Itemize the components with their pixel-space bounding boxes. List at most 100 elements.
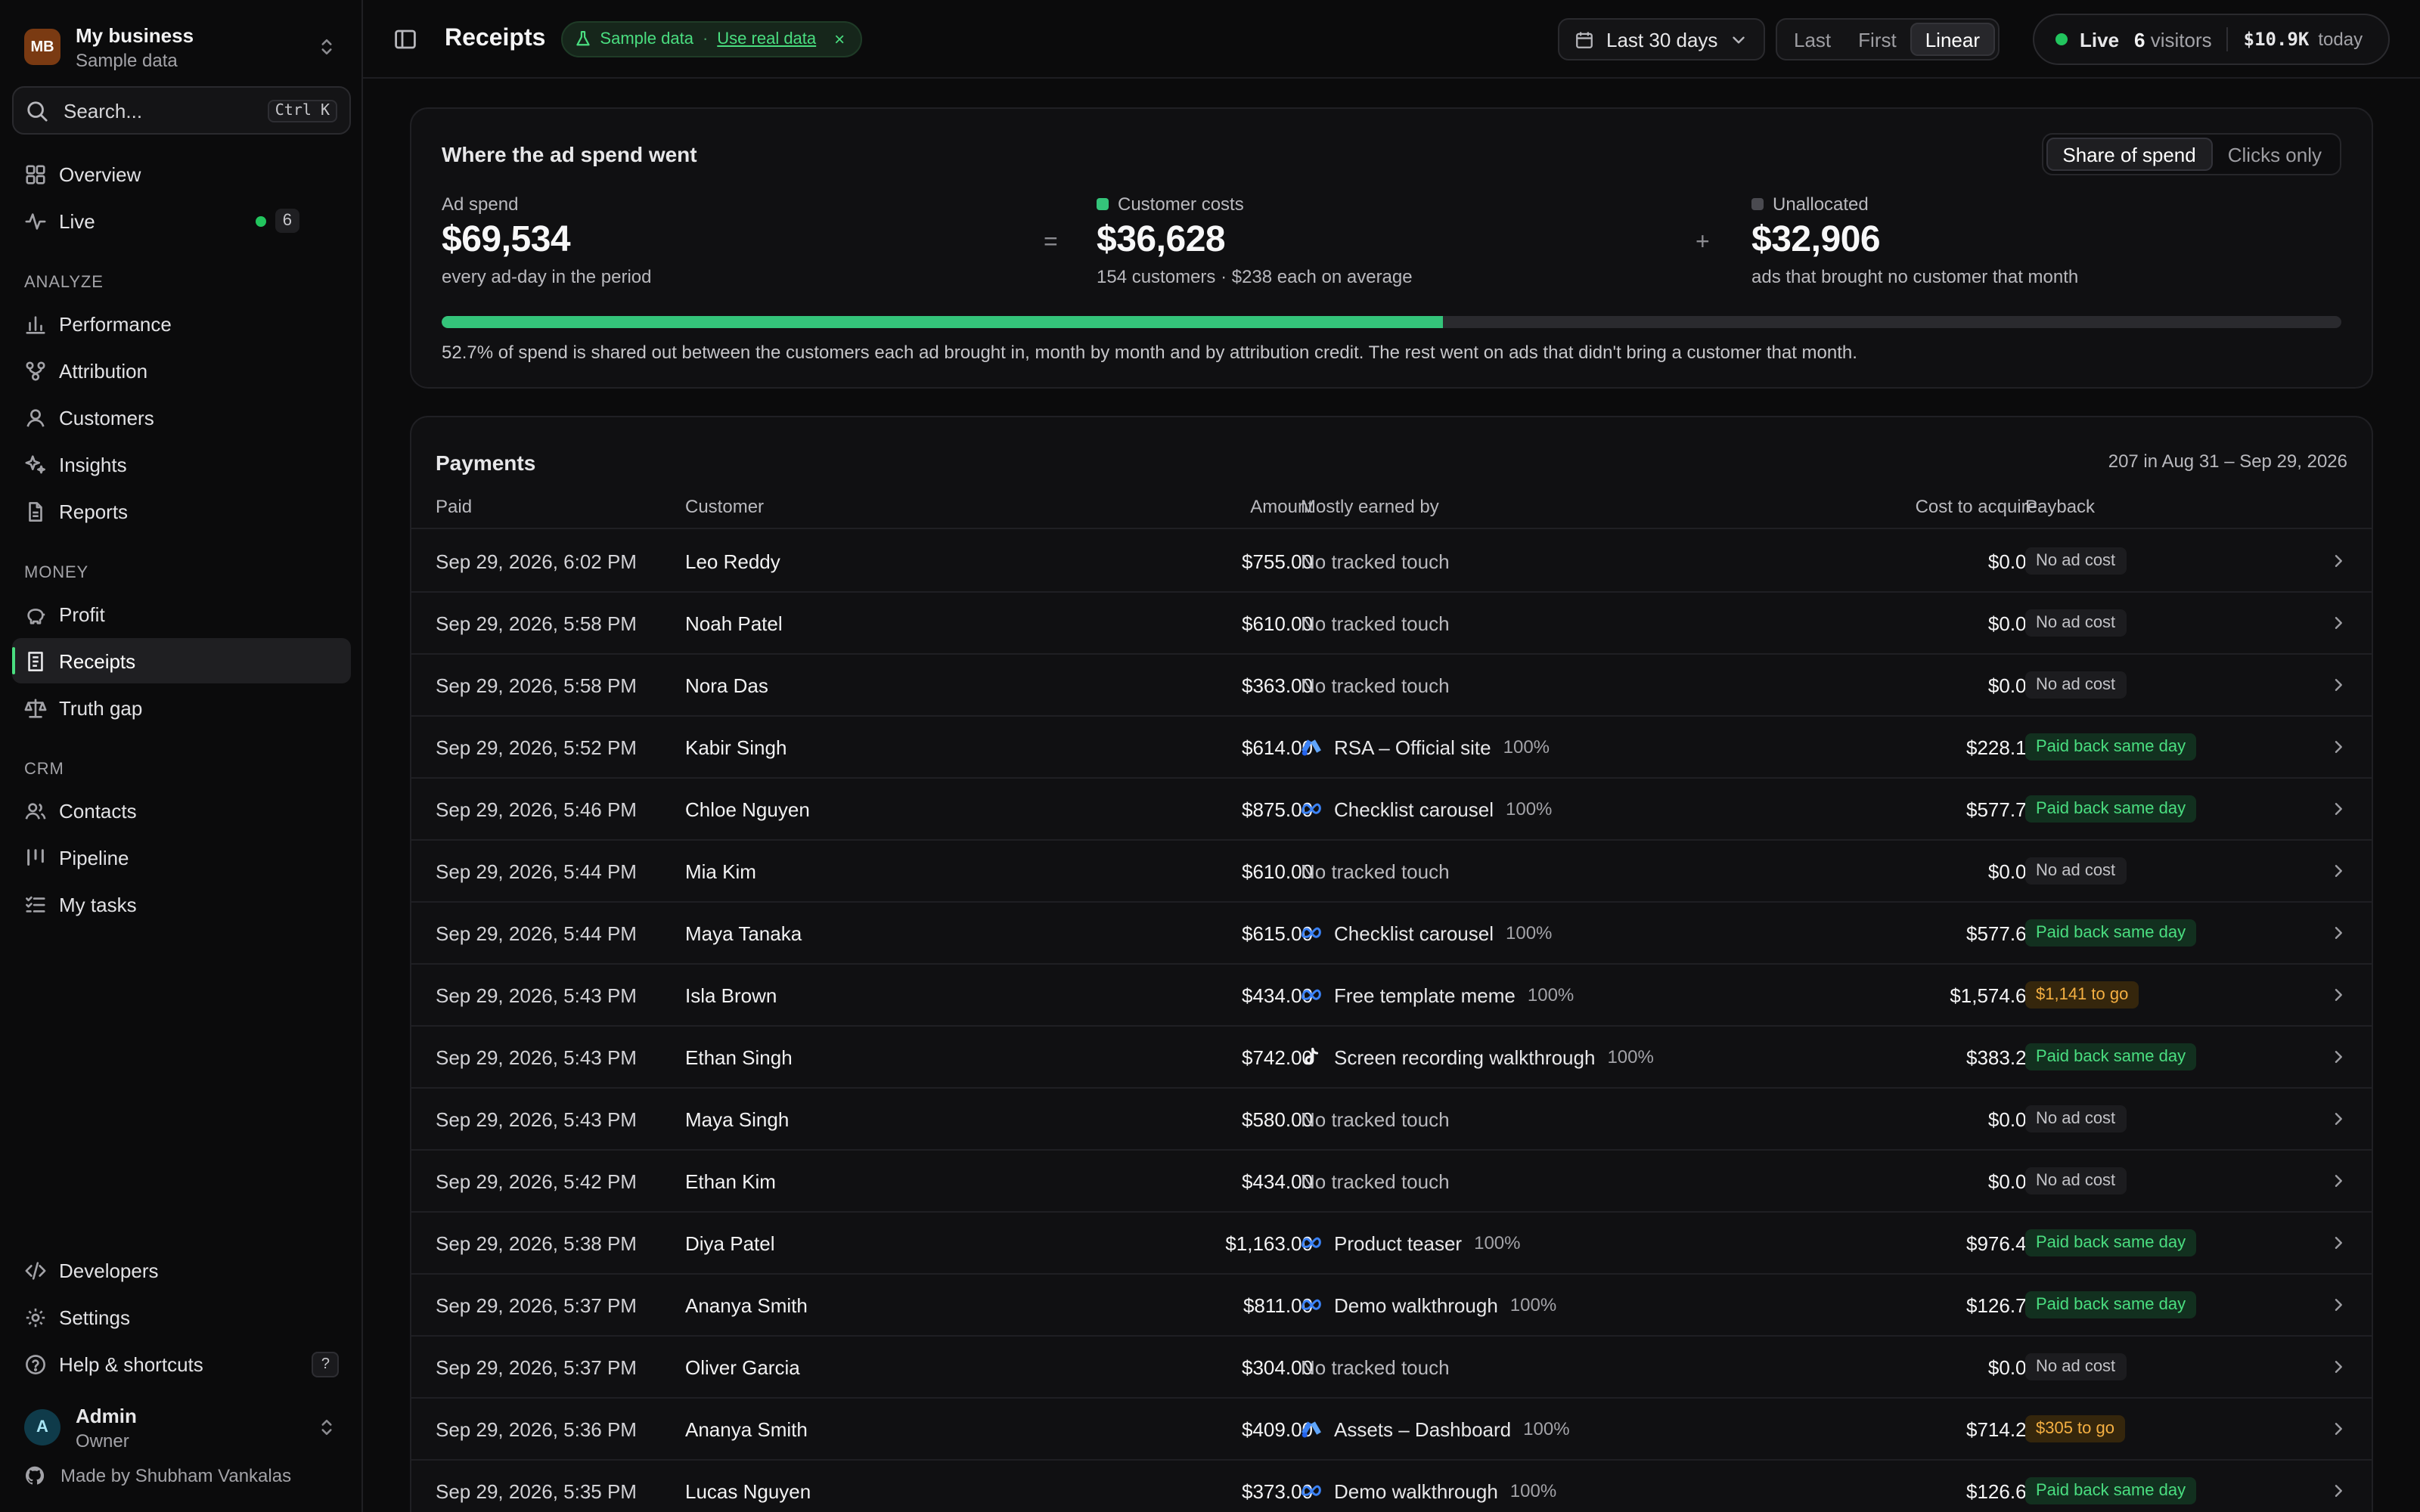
touch-label: Demo walkthrough	[1334, 1294, 1498, 1316]
sidebar-toggle-icon[interactable]	[393, 26, 417, 51]
sidebar-item-contacts[interactable]: Contacts	[12, 788, 351, 833]
row-open[interactable]	[2329, 1337, 2347, 1397]
payback-badge: No ad cost	[2025, 609, 2127, 637]
table-row[interactable]: Sep 29, 2026, 5:44 PM Mia Kim $610.00 No…	[411, 841, 2372, 903]
model-option-linear[interactable]: Linear	[1910, 23, 1995, 56]
column-customer[interactable]: Customer	[685, 496, 764, 517]
chevron-right-icon	[2335, 1485, 2342, 1497]
sidebar-item-developers[interactable]: Developers	[12, 1247, 351, 1293]
cell-earned-by: Checklist carousel 100%	[1301, 903, 1552, 963]
table-row[interactable]: Sep 29, 2026, 5:42 PM Ethan Kim $434.00 …	[411, 1151, 2372, 1213]
bar-chart-icon	[26, 315, 45, 333]
table-row[interactable]: Sep 29, 2026, 5:38 PM Diya Patel $1,163.…	[411, 1213, 2372, 1275]
row-open[interactable]	[2329, 965, 2347, 1025]
table-row[interactable]: Sep 29, 2026, 5:52 PM Kabir Singh $614.0…	[411, 717, 2372, 779]
sidebar-item-reports[interactable]: Reports	[12, 488, 351, 534]
search-box[interactable]: Search... Ctrl K	[12, 86, 351, 135]
row-open[interactable]	[2329, 1399, 2347, 1459]
date-range-picker[interactable]: Last 30 days	[1558, 18, 1765, 60]
row-open[interactable]	[2329, 779, 2347, 839]
payments-title: Payments	[436, 451, 536, 475]
nav-top: Overview Live 6 ANALYZE Performance Attr…	[12, 151, 351, 928]
touch-label: No tracked touch	[1301, 1170, 1450, 1192]
touch-label: Demo walkthrough	[1334, 1479, 1498, 1502]
sidebar-item-attribution[interactable]: Attribution	[12, 348, 351, 393]
sidebar-item-label: Profit	[59, 603, 105, 625]
metric-ad-spend: Ad spend $69,534 every ad-day in the per…	[442, 194, 652, 287]
row-open[interactable]	[2329, 1089, 2347, 1149]
sparkle-icon	[25, 454, 45, 473]
sample-data-label: Sample data	[600, 29, 693, 48]
sidebar-item-pipeline[interactable]: Pipeline	[12, 835, 351, 880]
cell-customer: Noah Patel	[685, 612, 783, 634]
row-open[interactable]	[2329, 1461, 2347, 1512]
table-row[interactable]: Sep 29, 2026, 5:36 PM Ananya Smith $409.…	[411, 1399, 2372, 1461]
use-real-data-link[interactable]: Use real data	[717, 29, 816, 48]
chevron-right-icon	[2335, 555, 2342, 567]
sidebar-item-insights[interactable]: Insights	[12, 442, 351, 487]
sidebar-item-receipts[interactable]: Receipts	[12, 638, 351, 683]
close-icon[interactable]: ×	[834, 28, 845, 49]
chevron-right-icon	[2335, 989, 2342, 1001]
cell-customer: Ethan Singh	[685, 1046, 793, 1068]
table-row[interactable]: Sep 29, 2026, 5:46 PM Chloe Nguyen $875.…	[411, 779, 2372, 841]
model-option-first[interactable]: First	[1844, 23, 1910, 56]
sidebar-item-overview[interactable]: Overview	[12, 151, 351, 197]
cell-payback: No ad cost	[2025, 531, 2127, 591]
sidebar-item-profit[interactable]: Profit	[12, 591, 351, 637]
table-row[interactable]: Sep 29, 2026, 5:37 PM Oliver Garcia $304…	[411, 1337, 2372, 1399]
row-open[interactable]	[2329, 717, 2347, 777]
branch-icon	[26, 361, 45, 380]
touch-credit-percent: 100%	[1474, 1232, 1521, 1253]
row-open[interactable]	[2329, 903, 2347, 963]
row-open[interactable]	[2329, 531, 2347, 591]
row-open[interactable]	[2329, 1151, 2347, 1211]
metric-unallocated: Unallocated $32,906 ads that brought no …	[1751, 194, 2078, 287]
tab-clicks-only[interactable]: Clicks only	[2213, 138, 2337, 171]
tab-share-of-spend[interactable]: Share of spend	[2046, 138, 2213, 171]
row-open[interactable]	[2329, 841, 2347, 901]
table-row[interactable]: Sep 29, 2026, 5:37 PM Ananya Smith $811.…	[411, 1275, 2372, 1337]
sidebar-item-truth-gap[interactable]: Truth gap	[12, 685, 351, 730]
row-open[interactable]	[2329, 655, 2347, 715]
sidebar-item-label: My tasks	[59, 893, 137, 916]
chevron-right-icon	[2335, 617, 2342, 629]
equals-sign: =	[1044, 230, 1058, 256]
table-row[interactable]: Sep 29, 2026, 5:35 PM Lucas Nguyen $373.…	[411, 1461, 2372, 1512]
credit-link[interactable]: Made by Shubham Vankalas	[24, 1465, 291, 1486]
sidebar-item-performance[interactable]: Performance	[12, 301, 351, 346]
touch-credit-percent: 100%	[1523, 1418, 1570, 1439]
table-row[interactable]: Sep 29, 2026, 5:58 PM Nora Das $363.00 N…	[411, 655, 2372, 717]
column-paid[interactable]: Paid	[436, 496, 472, 517]
row-open[interactable]	[2329, 593, 2347, 653]
sidebar-item-live[interactable]: Live 6	[12, 198, 351, 243]
sidebar-item-settings[interactable]: Settings	[12, 1294, 351, 1340]
column-earned-by[interactable]: Mostly earned by	[1301, 496, 1439, 517]
touch-credit-percent: 100%	[1506, 922, 1553, 943]
live-status[interactable]: Live 6 visitors $10.9K today	[2033, 14, 2390, 65]
revenue-today: $10.9K	[2243, 29, 2310, 50]
calendar-icon	[1576, 31, 1593, 48]
column-payback[interactable]: Payback	[2025, 496, 2095, 517]
column-cost[interactable]: Cost to acquire	[1916, 496, 2037, 517]
chevron-right-icon	[2335, 1113, 2342, 1125]
row-open[interactable]	[2329, 1275, 2347, 1335]
table-row[interactable]: Sep 29, 2026, 5:58 PM Noah Patel $610.00…	[411, 593, 2372, 655]
touch-label: Product teaser	[1334, 1232, 1463, 1254]
model-option-last[interactable]: Last	[1780, 23, 1844, 56]
business-switcher[interactable]: MB My business Sample data	[24, 21, 337, 73]
cell-earned-by: No tracked touch	[1301, 1089, 1450, 1149]
sidebar-item-customers[interactable]: Customers	[12, 395, 351, 440]
table-row[interactable]: Sep 29, 2026, 5:43 PM Ethan Singh $742.0…	[411, 1027, 2372, 1089]
row-open[interactable]	[2329, 1027, 2347, 1087]
table-row[interactable]: Sep 29, 2026, 5:43 PM Isla Brown $434.00…	[411, 965, 2372, 1027]
cell-earned-by: Screen recording walkthrough 100%	[1301, 1027, 1654, 1087]
table-row[interactable]: Sep 29, 2026, 5:44 PM Maya Tanaka $615.0…	[411, 903, 2372, 965]
sidebar-item-my-tasks[interactable]: My tasks	[12, 881, 351, 927]
table-row[interactable]: Sep 29, 2026, 6:02 PM Leo Reddy $755.00 …	[411, 531, 2372, 593]
user-menu[interactable]: A Admin Owner	[24, 1400, 337, 1455]
live-indicator-dot	[2055, 33, 2068, 45]
row-open[interactable]	[2329, 1213, 2347, 1273]
table-row[interactable]: Sep 29, 2026, 5:43 PM Maya Singh $580.00…	[411, 1089, 2372, 1151]
sidebar-item-help[interactable]: Help & shortcuts ?	[12, 1341, 351, 1387]
